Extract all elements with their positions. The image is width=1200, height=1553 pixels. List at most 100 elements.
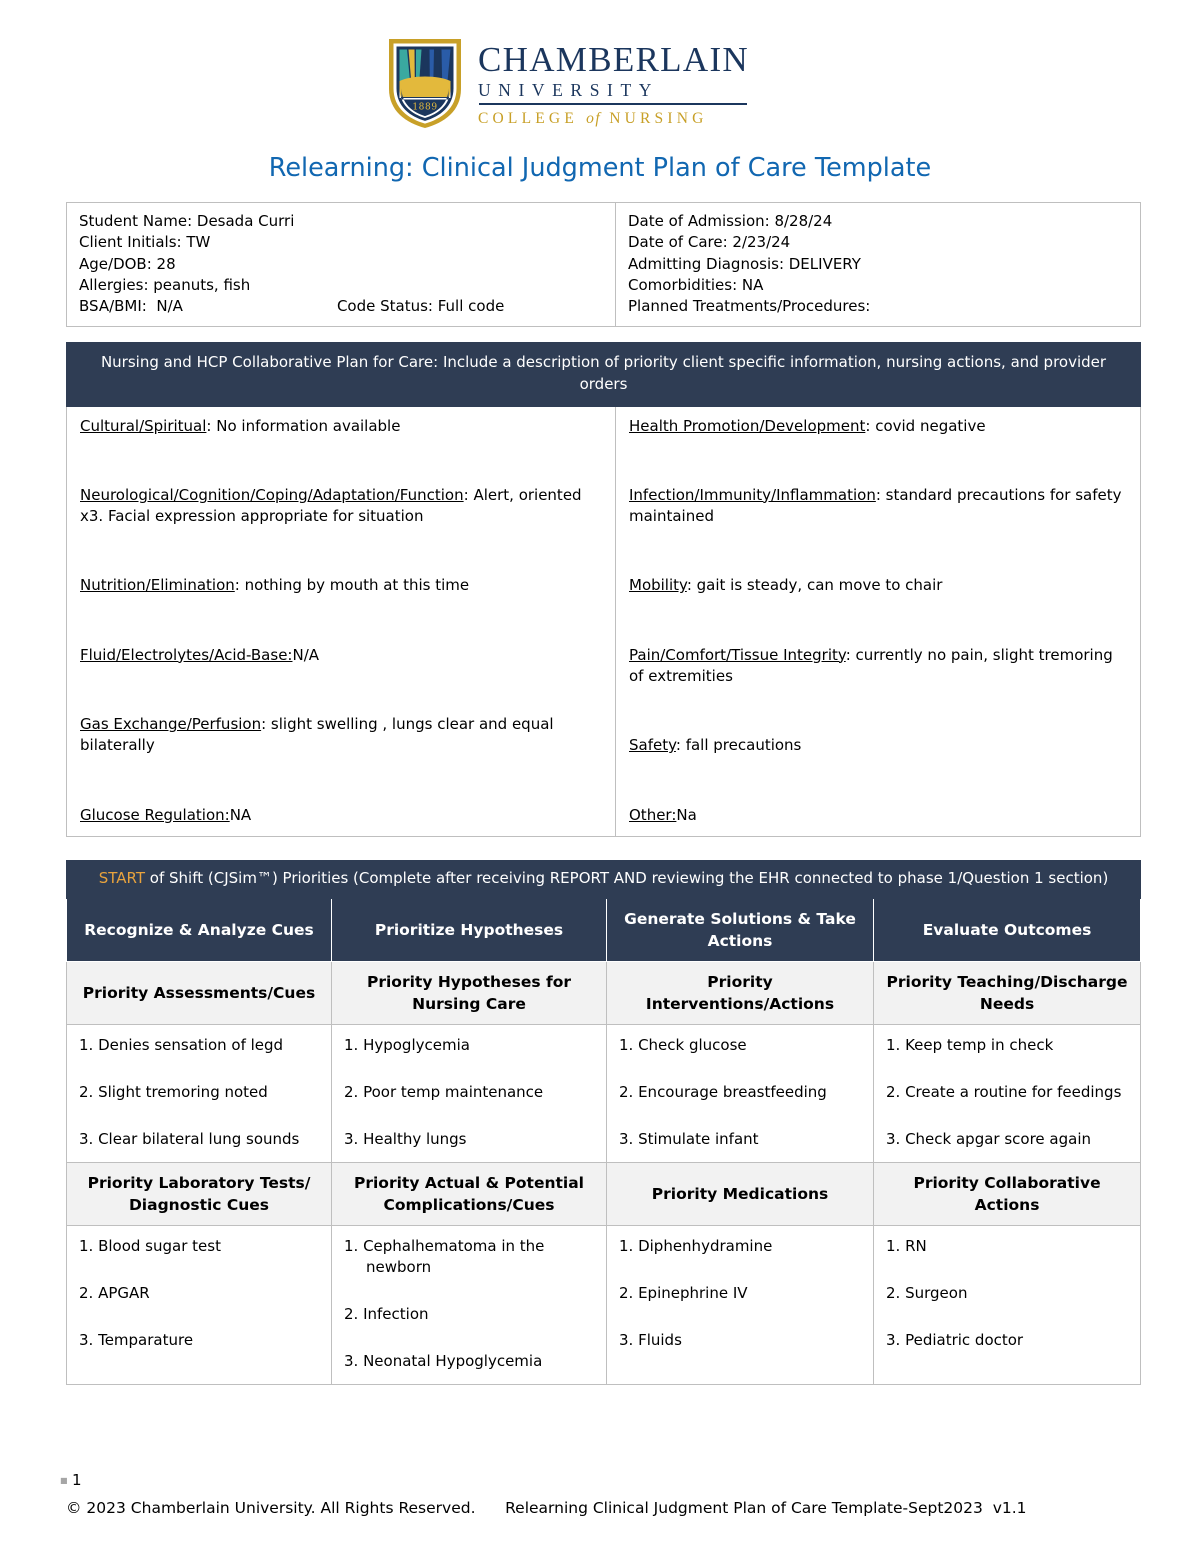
student-name: Student Name: Desada Curri xyxy=(79,212,295,230)
age-dob: Age/DOB: 28 xyxy=(79,254,176,273)
list-item: 1. Keep temp in check xyxy=(886,1035,1054,1054)
list-item: 1. Denies sensation of legd xyxy=(79,1035,284,1054)
list-item: 3. Pediatric doctor xyxy=(886,1330,1024,1349)
list-item: 3. Check apgar score again xyxy=(886,1129,1092,1148)
admitting-diagnosis: Admitting Diagnosis: DELIVERY xyxy=(628,254,861,273)
assessment-gas-exchange: Gas Exchange/Perfusion: slight swelling … xyxy=(80,714,604,757)
assessment-value: Na xyxy=(676,805,697,824)
collaborative-left-cell: Cultural/Spiritual: No information avail… xyxy=(66,405,616,837)
date-of-care: Date of Care: 2/23/24 xyxy=(628,233,791,252)
list-item: 1. Hypoglycemia xyxy=(344,1035,470,1054)
list-item: 3. Healthy lungs xyxy=(344,1129,467,1148)
template-identifier: Relearning Clinical Judgment Plan of Car… xyxy=(505,1499,1027,1517)
assessment-label: Pain/Comfort/Tissue Integrity xyxy=(629,645,846,664)
list-item: 3. Stimulate infant xyxy=(619,1129,759,1148)
assessment-cultural-spiritual: Cultural/Spiritual: No information avail… xyxy=(80,416,604,437)
start-of-shift-banner-text: of Shift (CJSim™) Priorities (Complete a… xyxy=(145,869,1109,887)
table-row: Nursing and HCP Collaborative Plan for C… xyxy=(65,342,1142,407)
assessment-value: : covid negative xyxy=(865,416,986,435)
assessment-label: Health Promotion/Development xyxy=(629,416,866,435)
assessment-label: Gas Exchange/Perfusion xyxy=(80,714,262,733)
logo-college-post: NURSING xyxy=(601,110,708,127)
demographics-table: Student Name: Desada Curri Client Initia… xyxy=(66,201,1141,328)
assessment-label: Nutrition/Elimination xyxy=(80,576,235,595)
cell-priority-hypotheses: 1. Hypoglycemia 2. Poor temp maintenance… xyxy=(331,1023,607,1163)
collaborative-plan-table: Nursing and HCP Collaborative Plan for C… xyxy=(65,342,1142,837)
copyright-notice: © 2023 Chamberlain University. All Right… xyxy=(66,1499,476,1517)
list-item: 1. Cephalhematoma in the newborn xyxy=(344,1236,545,1276)
comorbidities: Comorbidities: NA xyxy=(628,275,764,294)
assessment-label: Other: xyxy=(629,805,677,824)
start-keyword: START xyxy=(98,869,146,887)
list-item: 2. Poor temp maintenance xyxy=(344,1082,544,1101)
assessment-value: : nothing by mouth at this time xyxy=(234,576,470,595)
page-marker-icon: ■ xyxy=(60,1476,68,1485)
table-row: START of Shift (CJSim™) Priorities (Comp… xyxy=(65,860,1142,899)
table-row: Cultural/Spiritual: No information avail… xyxy=(66,405,1142,837)
logo-college-pre: COLLEGE xyxy=(478,110,587,127)
subheader-priority-lab-tests: Priority Laboratory Tests/ Diagnostic Cu… xyxy=(66,1161,332,1226)
shield-icon: 1889 xyxy=(389,39,461,128)
cell-priority-assessments: 1. Denies sensation of legd 2. Slight tr… xyxy=(66,1023,332,1163)
bsa-bmi-row: BSA/BMI: N/A Code Status: Full code xyxy=(79,296,605,317)
document-page: 1889 CHAMBERLAIN UNIVERSITY COLLEGE of N… xyxy=(0,0,1200,1553)
assessment-value: : No information available xyxy=(206,416,401,435)
list-item: 3. Temparature xyxy=(79,1330,194,1349)
assessment-other: Other:Na xyxy=(629,805,1129,826)
cell-priority-complications: 1. Cephalhematoma in the newborn 2. Infe… xyxy=(331,1224,607,1385)
list-item: 1. Check glucose xyxy=(619,1035,747,1054)
table-row: Priority Assessments/Cues Priority Hypot… xyxy=(66,960,1142,1025)
assessment-nutrition-elimination: Nutrition/Elimination: nothing by mouth … xyxy=(80,575,604,596)
assessment-label: Mobility xyxy=(629,576,687,595)
chamberlain-logo: 1889 CHAMBERLAIN UNIVERSITY COLLEGE of N… xyxy=(386,33,748,133)
column-header-recognize-analyze-cues: Recognize & Analyze Cues xyxy=(66,897,332,962)
list-item: 1. Blood sugar test xyxy=(79,1236,221,1255)
table-row: Student Name: Desada Curri Client Initia… xyxy=(66,201,1141,328)
footer-text: © 2023 Chamberlain University. All Right… xyxy=(66,1499,1136,1517)
cell-priority-collaborative: 1. RN 2. Surgeon 3. Pediatric doctor xyxy=(872,1224,1142,1385)
assessment-value: : fall precautions xyxy=(675,736,802,755)
table-row: 1. Denies sensation of legd 2. Slight tr… xyxy=(66,1023,1142,1163)
assessment-label: Safety xyxy=(629,736,676,755)
code-status: Code Status: Full code xyxy=(336,297,505,316)
list-item: 2. Infection xyxy=(344,1304,429,1323)
assessment-fluid-electrolytes: Fluid/Electrolytes/Acid-Base:N/A xyxy=(80,645,604,666)
list-item: 1. RN xyxy=(886,1236,927,1255)
assessment-glucose-regulation: Glucose Regulation:NA xyxy=(80,805,604,826)
planned-treatments: Planned Treatments/Procedures: xyxy=(628,297,871,316)
assessment-label: Neurological/Cognition/Coping/Adaptation… xyxy=(80,485,464,504)
column-header-generate-solutions: Generate Solutions & Take Actions xyxy=(606,897,874,962)
assessment-neurological: Neurological/Cognition/Coping/Adaptation… xyxy=(80,485,604,528)
list-item: 3. Clear bilateral lung sounds xyxy=(79,1129,300,1148)
assessment-health-promotion: Health Promotion/Development: covid nega… xyxy=(629,416,1129,437)
subheader-priority-medications: Priority Medications xyxy=(606,1161,874,1226)
logo-wordmark: CHAMBERLAIN UNIVERSITY COLLEGE of NURSIN… xyxy=(478,40,749,127)
cell-priority-interventions: 1. Check glucose 2. Encourage breastfeed… xyxy=(606,1023,874,1163)
list-item: 2. Epinephrine IV xyxy=(619,1283,748,1302)
cell-priority-lab-tests: 1. Blood sugar test 2. APGAR 3. Temparat… xyxy=(66,1224,332,1385)
subheader-priority-hypotheses: Priority Hypotheses for Nursing Care xyxy=(331,960,607,1025)
assessment-value: NA xyxy=(229,805,252,824)
subheader-priority-complications: Priority Actual & Potential Complication… xyxy=(331,1161,607,1226)
page-number: 1 xyxy=(72,1471,82,1489)
assessment-label: Glucose Regulation: xyxy=(80,805,230,824)
list-item: 1. Diphenhydramine xyxy=(619,1236,773,1255)
subheader-priority-interventions: Priority Interventions/Actions xyxy=(606,960,874,1025)
start-of-shift-banner: START of Shift (CJSim™) Priorities (Comp… xyxy=(65,860,1142,899)
cell-priority-medications: 1. Diphenhydramine 2. Epinephrine IV 3. … xyxy=(606,1224,874,1385)
client-initials: Client Initials: TW xyxy=(79,233,211,252)
list-item: 2. Surgeon xyxy=(886,1283,968,1302)
assessment-infection-immunity: Infection/Immunity/Inflammation: standar… xyxy=(629,485,1129,528)
assessment-pain-comfort: Pain/Comfort/Tissue Integrity: currently… xyxy=(629,645,1129,688)
column-header-prioritize-hypotheses: Prioritize Hypotheses xyxy=(331,897,607,962)
subheader-priority-teaching: Priority Teaching/Discharge Needs xyxy=(872,960,1142,1025)
logo-college-of: of xyxy=(586,110,602,127)
demographics-right-cell: Date of Admission: 8/28/24 Date of Care:… xyxy=(615,201,1141,328)
assessment-label: Fluid/Electrolytes/Acid-Base: xyxy=(80,645,293,664)
assessment-value: : gait is steady, can move to chair xyxy=(686,576,943,595)
assessment-value: N/A xyxy=(292,645,320,664)
logo-name: CHAMBERLAIN xyxy=(478,39,749,79)
cell-priority-teaching: 1. Keep temp in check 2. Create a routin… xyxy=(872,1023,1142,1163)
logo-divider xyxy=(479,103,747,105)
demographics-left-cell: Student Name: Desada Curri Client Initia… xyxy=(66,201,616,328)
